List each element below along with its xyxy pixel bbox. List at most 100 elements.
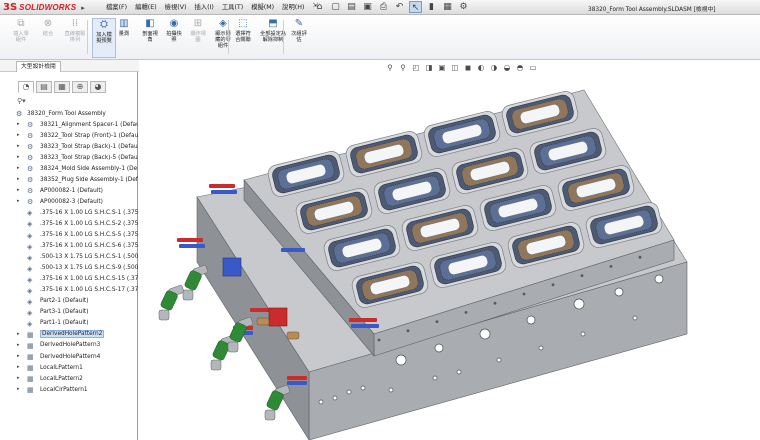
tree-item[interactable]: ▸ ⚙ AP000082-1 (Default)	[0, 186, 138, 197]
property-manager-tab[interactable]: ▤	[36, 81, 52, 93]
tree-item[interactable]: ▸ ⚙ 38352_Plug Side Assembly-1 (Def	[0, 175, 138, 186]
tree-item[interactable]: ▸ ▦ LocalCirPattern1	[0, 385, 138, 396]
expand-arrow-icon[interactable]: ▸	[17, 364, 20, 370]
tree-item[interactable]: ▸ ⚙ 38324_Mold Side Assembly-1 (De	[0, 164, 138, 175]
tree-item[interactable]: ▸ ⚙ 38322_Tool Strap (Front)-1 (Defau	[0, 131, 138, 142]
tree-item[interactable]: ▸ ⚙ AP000082-3 (Default)	[0, 197, 138, 208]
snapshot-button[interactable]: ◉ 拍攝快 照	[163, 18, 185, 58]
tree-item[interactable]: ▸ ▦ DerivedHolePattern3	[0, 341, 138, 352]
expand-arrow-icon[interactable]: ▸	[17, 198, 20, 204]
section-view-button[interactable]: ◧ 剖面視 角	[139, 18, 161, 58]
smart-fasteners-button[interactable]: ⛭ 加入模 擬預覽	[92, 18, 116, 58]
coupler-tip	[158, 309, 170, 321]
coupler-tip	[264, 409, 276, 421]
expand-arrow-icon[interactable]: ▸	[17, 342, 20, 348]
expand-arrow-icon[interactable]: ▸	[17, 176, 20, 182]
tree-item[interactable]: ◈ .500-13 X 1.75 LG S.H.C.S-9 (.500-	[0, 264, 138, 275]
plate-hole	[496, 357, 502, 363]
tree-item[interactable]: ◈ .500-13 X 1.75 LG S.H.C.S-1 (.500-	[0, 253, 138, 264]
feature-manager-tab[interactable]: ◔	[18, 81, 34, 93]
menu-item-0[interactable]: 檔案(F)	[106, 2, 127, 11]
menu-item-5[interactable]: 模擬(M)	[251, 2, 274, 11]
menu-expand-arrow-icon[interactable]: ▸	[81, 1, 90, 14]
filter-icon[interactable]: ⚲▾	[17, 97, 26, 105]
home-icon[interactable]: ⌂	[313, 1, 326, 13]
zoom-area-icon[interactable]: ⚲	[398, 63, 408, 73]
edit-appearance-icon[interactable]: ◑	[489, 63, 499, 73]
undo-icon[interactable]: ↶	[393, 1, 406, 13]
feature-tree: ⚙ 38320_Form Tool Assembly ▸ ⚙ 38321_Align…	[0, 109, 138, 396]
apply-scene-icon[interactable]: ◒	[502, 63, 512, 73]
select-cursor-icon[interactable]: ↖	[409, 1, 422, 13]
expand-arrow-icon[interactable]: ▸	[17, 386, 20, 392]
display-style-icon[interactable]: ◼	[463, 63, 473, 73]
options-gear-icon[interactable]: ⚙	[457, 1, 470, 13]
tree-item[interactable]: ▸ ▦ LocalLPattern2	[0, 374, 138, 385]
tree-item[interactable]: ▸ ▦ LocalLPattern1	[0, 363, 138, 374]
section-view-icon[interactable]: ◨	[424, 63, 434, 73]
tree-item[interactable]: ◈ Part1-1 (Default)	[0, 319, 138, 330]
tree-item[interactable]: ◈ .375-16 X 1.00 LG S.H.C.S-17 (.375	[0, 286, 138, 297]
new-document-icon[interactable]: ▢	[329, 1, 342, 13]
open-folder-icon[interactable]: ▤	[345, 1, 358, 13]
menu-item-1[interactable]: 編輯(E)	[135, 2, 157, 11]
plate-hole	[346, 389, 352, 395]
menu-item-6[interactable]: 說明(H)	[282, 2, 304, 11]
expand-arrow-icon[interactable]: ▸	[17, 132, 20, 138]
expand-arrow-icon[interactable]: ▸	[17, 331, 20, 337]
tree-root-assembly[interactable]: ⚙ 38320_Form Tool Assembly	[0, 109, 138, 120]
expand-arrow-icon[interactable]: ▸	[17, 121, 20, 127]
tree-item[interactable]: ▸ ▦ DerivedHolePattern4	[0, 352, 138, 363]
tree-item[interactable]: ▸ ⚙ 38323_Tool Strap (Back)-5 (Defau	[0, 153, 138, 164]
tree-item[interactable]: ▸ ▦ DerivedHolePattern2	[0, 330, 138, 341]
zoom-to-fit-icon[interactable]: ⚲	[385, 63, 395, 73]
evaluate-button[interactable]: ✎ 次組評 估	[288, 18, 310, 58]
exploded-view-button[interactable]: ⊞ 爆炸視 圖	[189, 18, 207, 58]
expand-arrow-icon[interactable]: ▸	[17, 187, 20, 193]
view-settings-icon[interactable]: ◓	[515, 63, 525, 73]
tree-item[interactable]: ◈ .375-16 X 1.00 LG S.H.C.S-2 (.375-	[0, 219, 138, 230]
plate-hole	[432, 375, 438, 381]
tree-item-label: Part2-1 (Default)	[40, 298, 89, 305]
tree-item[interactable]: ◈ .375-16 X 1.00 LG S.H.C.S-6 (.375-	[0, 242, 138, 253]
solidworks-logo[interactable]: 3S SOLIDWORKS ▸	[3, 1, 90, 14]
dynamic-annotation-icon[interactable]: ▣	[437, 63, 447, 73]
cap-screw	[406, 329, 410, 333]
menu-item-3[interactable]: 插入(I)	[194, 2, 213, 11]
insert-component-button[interactable]: ⧉ 插入零 組件	[10, 18, 32, 58]
smart-fasteners-icon: ⛭	[100, 19, 108, 30]
expand-arrow-icon[interactable]: ▸	[17, 154, 20, 160]
tree-item[interactable]: ▸ ⚙ 38323_Tool Strap (Back)-1 (Defau	[0, 142, 138, 153]
configuration-manager-tab[interactable]: ▦	[54, 81, 70, 93]
linear-pattern-button[interactable]: ⁞⁞ 直線複製 排列	[62, 18, 88, 58]
save-icon[interactable]: ▣	[361, 1, 374, 13]
select-all-button[interactable]: ⬚ 選擇符 合關聯	[231, 18, 255, 58]
tree-item[interactable]: ◈ Part2-1 (Default)	[0, 297, 138, 308]
tree-item[interactable]: ◈ .375-16 X 1.00 LG S.H.C.S-1 (.375-	[0, 208, 138, 219]
cap-screw	[493, 301, 497, 305]
tree-item[interactable]: ◈ Part3-1 (Default)	[0, 308, 138, 319]
tree-item[interactable]: ▸ ⚙ 38321_Alignment Spacer-1 (Defau	[0, 120, 138, 131]
expand-arrow-icon[interactable]: ▸	[17, 143, 20, 149]
hide-show-items-icon[interactable]: ◐	[476, 63, 486, 73]
print-icon[interactable]: ⎙	[377, 1, 390, 13]
fitting	[182, 265, 208, 301]
traffic-light-icon[interactable]: ▮	[425, 1, 438, 13]
view-orientation-icon[interactable]: ◫	[450, 63, 460, 73]
menu-item-2[interactable]: 檢視(V)	[165, 2, 187, 11]
expand-arrow-icon[interactable]: ▸	[17, 353, 20, 359]
previous-view-icon[interactable]: ◰	[411, 63, 421, 73]
expand-arrow-icon[interactable]: ▸	[17, 165, 20, 171]
tree-item[interactable]: ◈ .375-16 X 1.00 LG S.H.C.S-5 (.375-	[0, 231, 138, 242]
display-manager-tab[interactable]: ◕	[90, 81, 106, 93]
rebuild-icon[interactable]: ▦	[441, 1, 454, 13]
tab-large-design-review[interactable]: 大型設計檢閱	[16, 61, 61, 72]
dimxpert-tab[interactable]: ⊕	[72, 81, 88, 93]
expand-arrow-icon[interactable]: ▸	[17, 375, 20, 381]
menu-item-4[interactable]: 工具(T)	[222, 2, 243, 11]
mold-assembly-model[interactable]	[139, 72, 760, 440]
display-pane-icon[interactable]: ▭	[528, 63, 538, 73]
mate-button[interactable]: ⊗ 結合	[40, 18, 56, 58]
measure-button[interactable]: ▥ 量測	[117, 18, 131, 58]
tree-item[interactable]: ◈ .375-16 X 1.00 LG S.H.C.S-15 (.375	[0, 275, 138, 286]
